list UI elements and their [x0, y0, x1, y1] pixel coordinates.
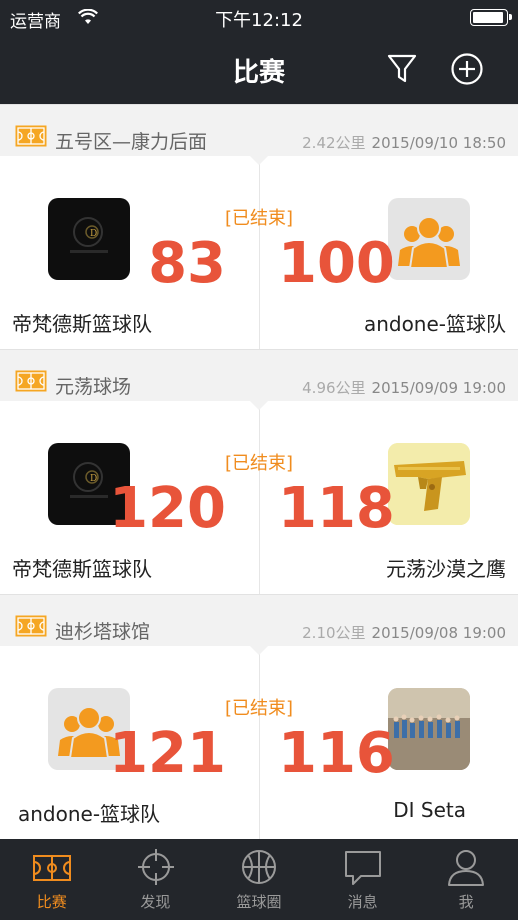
team-photo: [388, 688, 470, 770]
away-team-name[interactable]: 元荡沙漠之鹰: [386, 553, 506, 582]
match-datetime: 2015/09/10 18:50: [371, 134, 506, 152]
svg-text:D: D: [90, 474, 97, 484]
user-icon: [446, 847, 486, 887]
header-caret: [250, 401, 268, 410]
match-meta: 2.42公里 2015/09/10 18:50: [302, 132, 506, 153]
home-score: 121: [109, 721, 226, 786]
distance: 2.42公里: [302, 134, 366, 152]
filter-icon: [387, 54, 417, 83]
away-team-avatar[interactable]: [388, 688, 470, 770]
tab-label: 比赛: [36, 893, 67, 911]
distance: 4.96公里: [302, 379, 366, 397]
desert-eagle-photo: [388, 443, 470, 525]
away-score: 118: [278, 476, 395, 541]
away-team-name[interactable]: DI Seta: [393, 798, 466, 822]
plus-circle-icon: [451, 53, 483, 85]
home-score: 120: [109, 476, 226, 541]
header-caret: [250, 156, 268, 165]
venue-name: 迪杉塔球馆: [55, 621, 151, 643]
match-header: 迪杉塔球馆 2.10公里 2015/09/08 19:00: [0, 594, 518, 655]
match-body: [已结束] D 83 100 帝梵德斯篮球队 andone-篮球队: [0, 156, 518, 349]
venue-name: 五号区—康力后面: [55, 131, 208, 153]
divider: [259, 646, 260, 839]
home-team-name[interactable]: 帝梵德斯篮球队: [12, 308, 152, 337]
filter-button[interactable]: [386, 52, 418, 86]
battery-icon: [470, 9, 512, 26]
match-datetime: 2015/09/08 19:00: [371, 624, 506, 642]
match-card[interactable]: 五号区—康力后面 2.42公里 2015/09/10 18:50 [已结束] D …: [0, 104, 518, 349]
match-list[interactable]: 五号区—康力后面 2.42公里 2015/09/10 18:50 [已结束] D …: [0, 104, 518, 839]
crosshair-icon: [136, 847, 176, 887]
default-team-avatar: [398, 216, 460, 269]
court-icon: [15, 370, 47, 396]
tab-basketball-circle[interactable]: 篮球圈: [207, 839, 311, 920]
status-bar: 运营商 下午12:12: [0, 0, 518, 36]
venue-name: 元荡球场: [55, 376, 132, 398]
clock: 下午12:12: [215, 10, 303, 31]
add-match-button[interactable]: [450, 52, 484, 86]
match-meta: 2.10公里 2015/09/08 19:00: [302, 622, 506, 643]
header-caret: [250, 646, 268, 655]
match-header: 元荡球场 4.96公里 2015/09/09 19:00: [0, 349, 518, 410]
match-body: [已结束] D 120 118 帝梵德斯篮球队 元荡沙漠之鹰: [0, 401, 518, 594]
away-score: 116: [278, 721, 395, 786]
match-card[interactable]: 迪杉塔球馆 2.10公里 2015/09/08 19:00 [已结束] 121 1…: [0, 594, 518, 839]
tab-discover[interactable]: 发现: [104, 839, 208, 920]
court-icon: [15, 615, 47, 641]
match-datetime: 2015/09/09 19:00: [371, 379, 506, 397]
tab-messages[interactable]: 消息: [311, 839, 415, 920]
team-logo-dark: D: [70, 217, 108, 253]
tab-me[interactable]: 我: [414, 839, 518, 920]
divider: [259, 156, 260, 349]
court-icon: [15, 125, 47, 151]
tab-label: 篮球圈: [236, 893, 282, 911]
distance: 2.10公里: [302, 624, 366, 642]
page-title: 比赛: [232, 58, 285, 88]
home-team-name[interactable]: 帝梵德斯篮球队: [12, 553, 152, 582]
home-team-avatar[interactable]: D: [48, 198, 130, 280]
basketball-icon: [239, 847, 279, 887]
svg-text:D: D: [90, 229, 97, 239]
home-score: 83: [148, 231, 226, 296]
chat-bubble-icon: [343, 847, 383, 887]
away-team-name[interactable]: andone-篮球队: [364, 308, 506, 337]
match-card[interactable]: 元荡球场 4.96公里 2015/09/09 19:00 [已结束] D 120 …: [0, 349, 518, 594]
home-team-name[interactable]: andone-篮球队: [18, 798, 160, 827]
tab-bar: 比赛 发现 篮球圈 消息 我: [0, 839, 518, 920]
away-score: 100: [278, 231, 395, 296]
tab-label: 消息: [347, 893, 378, 911]
tab-label: 发现: [140, 893, 171, 911]
away-team-avatar[interactable]: [388, 443, 470, 525]
navigation-bar: 比赛: [0, 36, 518, 104]
court-icon: [32, 847, 72, 887]
match-header: 五号区—康力后面 2.42公里 2015/09/10 18:50: [0, 104, 518, 165]
divider: [259, 401, 260, 594]
match-body: [已结束] 121 116 andone-篮球队 DI Seta: [0, 646, 518, 839]
tab-label: 我: [458, 893, 474, 911]
match-meta: 4.96公里 2015/09/09 19:00: [302, 377, 506, 398]
tab-matches[interactable]: 比赛: [0, 839, 104, 920]
away-team-avatar[interactable]: [388, 198, 470, 280]
